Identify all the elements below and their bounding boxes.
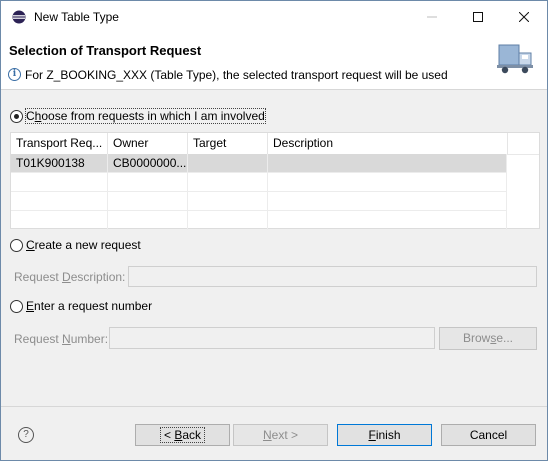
minimize-icon [427,16,437,18]
minimize-button[interactable] [409,1,455,33]
back-button[interactable]: < Back [135,424,230,446]
column-header-owner[interactable]: Owner [108,133,188,154]
request-number-label: Request Number: [14,332,109,346]
choose-requests-radio[interactable] [10,110,23,123]
table-row-empty [11,211,507,230]
browse-button[interactable]: Browse... [439,327,537,350]
maximize-button[interactable] [455,1,501,33]
window-title: New Table Type [34,10,119,24]
wizard-header: Selection of Transport Request i For Z_B… [1,33,547,90]
next-button[interactable]: Next > [233,424,328,446]
create-request-label[interactable]: Create a new request [26,238,141,252]
enter-request-number-label[interactable]: Enter a request number [26,299,152,313]
eclipse-icon [12,10,26,24]
column-header-description[interactable]: Description [268,133,508,154]
header-message: For Z_BOOKING_XXX (Table Type), the sele… [25,68,448,82]
request-description-label: Request Description: [14,270,126,284]
request-number-input[interactable] [109,327,435,349]
transport-request-table[interactable]: Transport Req... Owner Target Descriptio… [10,132,540,230]
table-row[interactable]: T01K900138 CB0000000... [11,154,507,173]
page-title: Selection of Transport Request [9,43,202,58]
info-icon: i [8,68,21,81]
cell-transport-request: T01K900138 [11,154,108,173]
table-header: Transport Req... Owner Target Descriptio… [11,133,539,155]
maximize-icon [473,12,483,22]
cell-owner: CB0000000... [108,154,188,173]
column-header-target[interactable]: Target [188,133,268,154]
request-description-input[interactable] [128,266,537,287]
choose-requests-label[interactable]: Choose from requests in which I am invol… [25,108,266,124]
dialog-window: New Table Type Selection of Transport Re… [0,0,548,461]
close-icon [519,12,529,22]
enter-request-number-radio[interactable] [10,300,23,313]
close-button[interactable] [501,1,547,33]
create-request-radio[interactable] [10,239,23,252]
table-row-empty [11,192,507,211]
title-bar: New Table Type [1,1,547,33]
wizard-footer: ? < Back Next > Finish Cancel [1,406,547,460]
finish-button[interactable]: Finish [337,424,432,446]
wizard-content: Choose from requests in which I am invol… [1,90,547,396]
help-icon[interactable]: ? [18,427,34,443]
transport-truck-icon [497,44,533,74]
table-row-empty [11,173,507,192]
column-header-transport-request[interactable]: Transport Req... [11,133,108,154]
cancel-button[interactable]: Cancel [441,424,536,446]
cell-target [188,154,268,173]
cell-description [268,154,507,173]
